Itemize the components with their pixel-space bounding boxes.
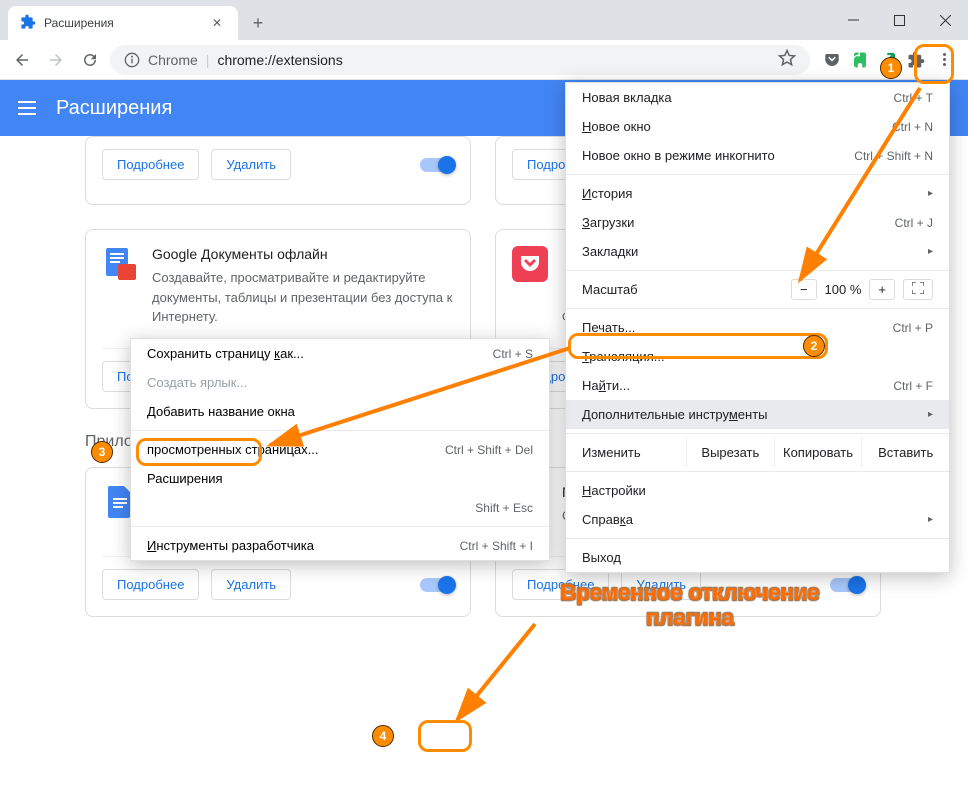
new-tab-button[interactable]: +	[244, 9, 272, 37]
puzzle-icon	[20, 14, 36, 33]
zoom-out-button[interactable]: −	[791, 279, 817, 300]
chrome-main-menu: Новая вкладкаCtrl + T Новое окноCtrl + N…	[565, 82, 950, 573]
hamburger-icon[interactable]	[18, 101, 36, 115]
remove-button[interactable]: Удалить	[211, 149, 291, 180]
anno-highlight-toggle	[418, 720, 472, 752]
site-info-icon	[124, 52, 140, 68]
menu-cast[interactable]: Трансляция...	[566, 342, 949, 371]
menu-more-tools[interactable]: Дополнительные инструменты▸	[566, 400, 949, 429]
menu-incognito[interactable]: Новое окно в режиме инкогнитоCtrl + Shif…	[566, 141, 949, 170]
menu-new-window[interactable]: Новое окноCtrl + N	[566, 112, 949, 141]
menu-history[interactable]: История▸	[566, 179, 949, 208]
tab-extensions[interactable]: Расширения ✕	[8, 6, 238, 40]
anno-arrow-3	[445, 620, 565, 730]
anno-marker-1: 1	[880, 57, 902, 79]
details-button[interactable]: Подробнее	[102, 569, 199, 600]
menu-cut[interactable]: Вырезать	[686, 438, 774, 467]
forward-button[interactable]	[42, 46, 70, 74]
submenu-name-window[interactable]: Добавить название окна	[131, 397, 549, 426]
details-button[interactable]: Подробнее	[102, 149, 199, 180]
titlebar: Расширения ✕ +	[0, 0, 968, 40]
window-controls	[830, 0, 968, 40]
ext-title: Google Документы офлайн	[152, 246, 454, 262]
pocket-icon	[512, 246, 548, 282]
menu-settings[interactable]: Настройки	[566, 476, 949, 505]
menu-downloads[interactable]: ЗагрузкиCtrl + J	[566, 208, 949, 237]
submenu-dev-tools[interactable]: Инструменты разработчикаCtrl + Shift + I	[131, 531, 549, 560]
minimize-button[interactable]	[830, 0, 876, 40]
fullscreen-button[interactable]	[903, 279, 933, 300]
anno-marker-2: 2	[803, 335, 825, 357]
evernote-ext-icon[interactable]	[850, 50, 870, 70]
tab-title: Расширения	[44, 16, 114, 30]
star-icon[interactable]	[778, 49, 796, 70]
submenu-save-as[interactable]: Сохранить страницу как...Ctrl + S	[131, 339, 549, 368]
more-tools-submenu: Сохранить страницу как...Ctrl + S Создат…	[130, 338, 550, 561]
anno-marker-4: 4	[372, 725, 394, 747]
address-bar[interactable]: Chrome | chrome://extensions	[110, 45, 810, 75]
page-title: Расширения	[56, 97, 172, 120]
menu-edit-label: Изменить	[566, 438, 686, 467]
menu-help[interactable]: Справка▸	[566, 505, 949, 534]
zoom-in-button[interactable]: +	[869, 279, 895, 300]
navbar: Chrome | chrome://extensions	[0, 40, 968, 80]
extensions-puzzle-icon[interactable]	[906, 50, 926, 70]
anno-marker-3: 3	[91, 441, 113, 463]
menu-copy[interactable]: Копировать	[774, 438, 862, 467]
submenu-task-manager[interactable]: Shift + Esc	[131, 493, 549, 522]
anno-text-temp-disable: Временное отключение плагина	[520, 580, 860, 631]
maximize-button[interactable]	[876, 0, 922, 40]
submenu-extensions[interactable]: Расширения	[131, 464, 549, 493]
menu-new-tab[interactable]: Новая вкладкаCtrl + T	[566, 83, 949, 112]
pocket-ext-icon[interactable]	[822, 50, 842, 70]
chrome-label: Chrome	[148, 52, 198, 68]
menu-exit[interactable]: Выход	[566, 543, 949, 572]
menu-edit-row: Изменить Вырезать Копировать Вставить	[566, 438, 949, 467]
submenu-recent-tabs[interactable]: просмотренных страницах...Ctrl + Shift +…	[131, 435, 549, 464]
submenu-create-shortcut: Создать ярлык...	[131, 368, 549, 397]
zoom-value: 100 %	[825, 282, 862, 297]
gdocs-icon	[102, 246, 138, 282]
menu-kebab-icon[interactable]	[934, 50, 954, 70]
ext-desc: Создавайте, просматривайте и редактируйт…	[152, 268, 454, 327]
menu-find[interactable]: Найти...Ctrl + F	[566, 371, 949, 400]
ext-card-partial-left: Подробнее Удалить	[85, 136, 471, 205]
back-button[interactable]	[8, 46, 36, 74]
close-tab-icon[interactable]: ✕	[208, 16, 226, 30]
menu-bookmarks[interactable]: Закладки▸	[566, 237, 949, 266]
url-text: chrome://extensions	[217, 52, 342, 68]
close-window-button[interactable]	[922, 0, 968, 40]
menu-zoom: Масштаб − 100 % +	[566, 275, 949, 304]
menu-paste[interactable]: Вставить	[861, 438, 949, 467]
toggle-switch[interactable]	[420, 158, 454, 172]
toggle-switch[interactable]	[420, 578, 454, 592]
reload-button[interactable]	[76, 46, 104, 74]
menu-print[interactable]: Печать...Ctrl + P	[566, 313, 949, 342]
remove-button[interactable]: Удалить	[211, 569, 291, 600]
